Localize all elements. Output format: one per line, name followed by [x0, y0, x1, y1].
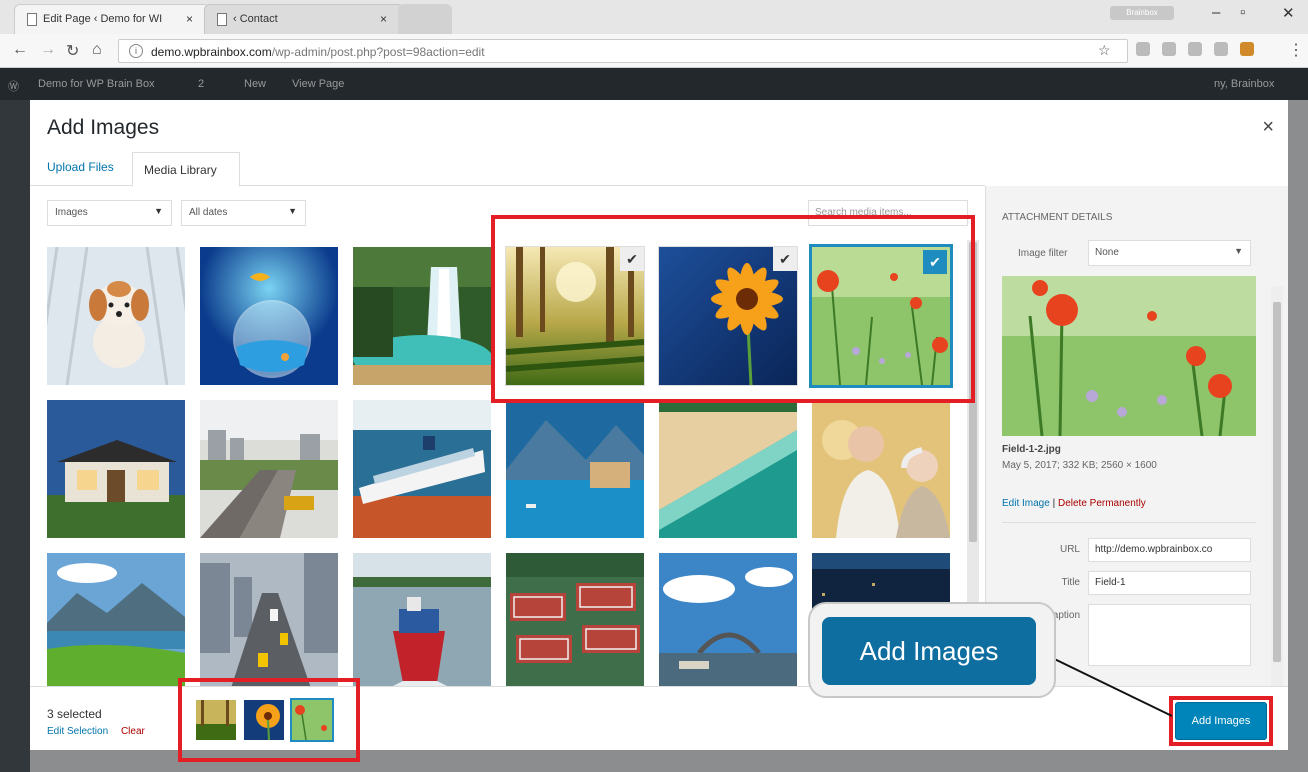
add-images-callout: Add Images — [822, 617, 1036, 685]
callout-leader-line — [1039, 651, 1173, 717]
